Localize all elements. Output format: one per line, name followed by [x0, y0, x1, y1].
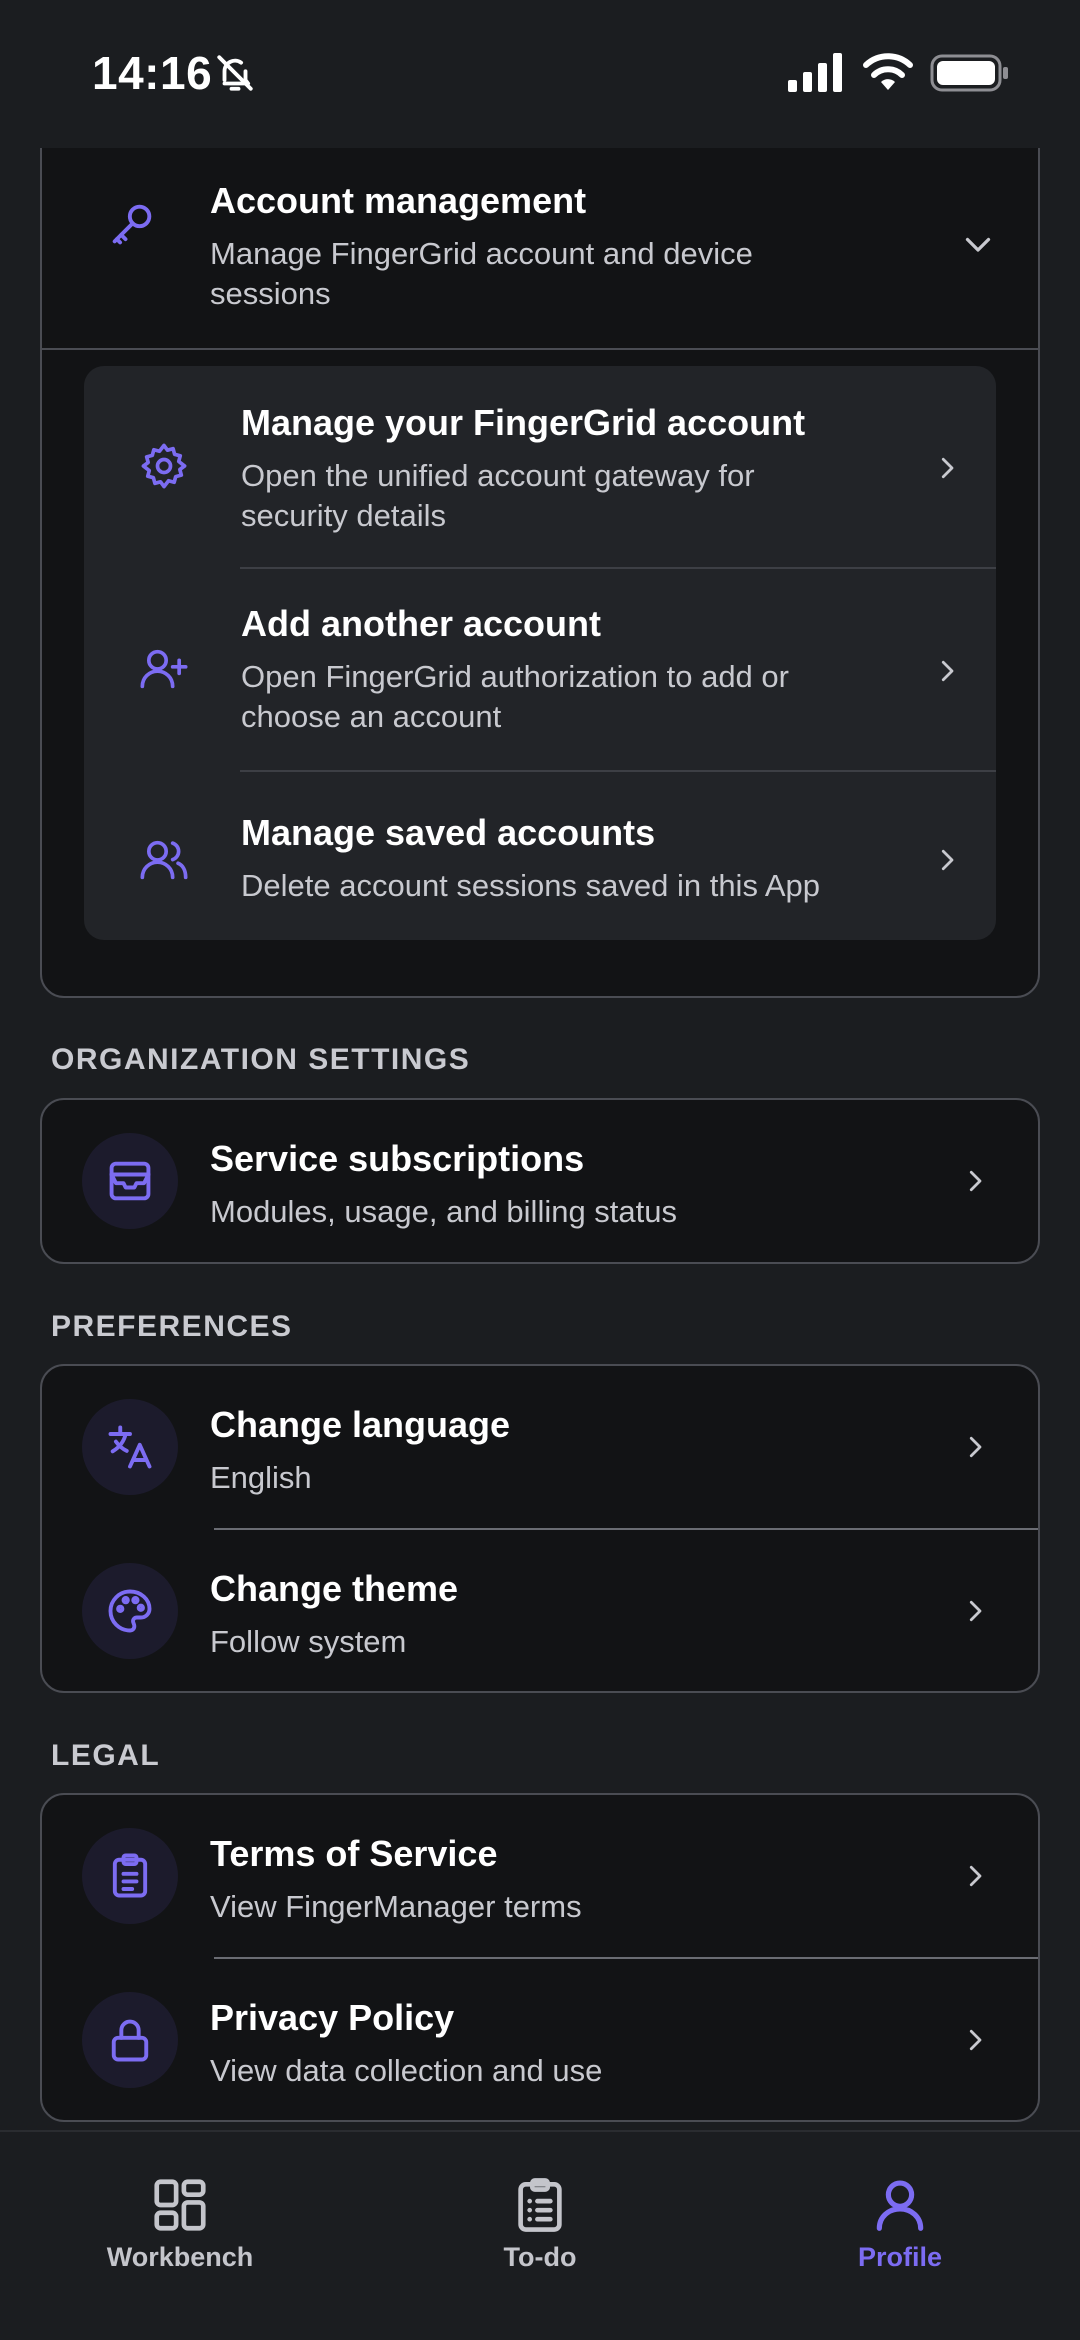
chevron-down-icon [965, 237, 991, 252]
nav-profile-label: Profile [857, 2242, 943, 2272]
service-subscriptions-item[interactable]: Service subscriptions Modules, usage, an… [42, 1100, 1038, 1262]
translate-icon-wrap [82, 1399, 178, 1495]
account-management-header[interactable]: Account management Manage FingerGrid acc… [42, 130, 1038, 348]
profile-screen: 14:16 Account management Manage FingerGr… [0, 0, 1080, 2340]
user-plus-icon [140, 649, 188, 689]
nav-todo-label: To-do [503, 2242, 577, 2272]
manage-account-item[interactable]: Manage your FingerGrid account Open the … [84, 366, 996, 568]
clipboard-icon-wrap [82, 1828, 178, 1924]
chevron-right-icon [969, 1600, 982, 1622]
organization-card: Service subscriptions Modules, usage, an… [40, 1098, 1040, 1264]
terms-of-service-item[interactable]: Terms of Service View FingerManager term… [42, 1795, 1038, 1957]
gear-icon [141, 443, 187, 489]
add-account-subtitle-1: Open FingerGrid authorization to add or [241, 659, 789, 694]
privacy-policy-item[interactable]: Privacy Policy View data collection and … [42, 1959, 1038, 2120]
gear-icon-wrap [116, 418, 212, 514]
account-management-card: Account management Manage FingerGrid acc… [40, 128, 1040, 998]
wifi-icon [863, 53, 913, 90]
privacy-title: Privacy Policy [210, 1997, 455, 2038]
chevron-right-icon [969, 2029, 982, 2051]
status-time: 14:16 [92, 47, 213, 99]
saved-accounts-subtitle: Delete account sessions saved in this Ap… [241, 868, 821, 903]
terms-subtitle: View FingerManager terms [210, 1889, 582, 1924]
chevron-right-icon [941, 849, 954, 871]
account-management-title: Account management [210, 180, 587, 221]
nav-workbench-label: Workbench [106, 2242, 254, 2272]
palette-icon-wrap [82, 1563, 178, 1659]
change-theme-title: Change theme [210, 1568, 459, 1609]
terms-title: Terms of Service [210, 1833, 498, 1874]
translate-icon [108, 1425, 152, 1469]
manage-account-subtitle-1: Open the unified account gateway for [241, 458, 755, 493]
chevron-right-icon [969, 1170, 982, 1192]
users-icon-wrap [116, 812, 212, 908]
change-theme-item[interactable]: Change theme Follow system [42, 1530, 1038, 1691]
chevron-right-icon [969, 1436, 982, 1458]
account-management-subtitle-1: Manage FingerGrid account and device [210, 236, 753, 271]
account-management-subtitle-2: sessions [210, 276, 331, 311]
preferences-header: PREFERENCES [51, 1310, 293, 1343]
chevron-right-icon [941, 457, 954, 479]
privacy-subtitle: View data collection and use [210, 2053, 603, 2088]
key-icon [112, 204, 152, 245]
add-account-item[interactable]: Add another account Open FingerGrid auth… [84, 569, 996, 771]
add-account-subtitle-2: choose an account [241, 699, 502, 734]
status-bar: 14:16 [0, 0, 1080, 148]
change-language-value: English [210, 1460, 312, 1495]
user-plus-icon-wrap [116, 621, 212, 717]
cellular-signal-icon [788, 53, 842, 92]
manage-account-title: Manage your FingerGrid account [241, 402, 806, 443]
preferences-card: Change language English Change theme Fol… [40, 1364, 1040, 1693]
nav-profile[interactable]: Profile [800, 2174, 1000, 2273]
nav-workbench[interactable]: Workbench [80, 2174, 280, 2273]
change-language-item[interactable]: Change language English [42, 1366, 1038, 1528]
divider [42, 348, 1038, 350]
lock-icon-wrap [82, 1992, 178, 2088]
chevron-right-icon [941, 660, 954, 682]
change-language-title: Change language [210, 1404, 511, 1445]
clipboard-icon [112, 1853, 148, 1898]
manage-account-subtitle-2: security details [241, 498, 447, 533]
battery-icon [930, 54, 1008, 92]
service-subscriptions-title: Service subscriptions [210, 1138, 585, 1179]
users-icon [140, 840, 188, 880]
add-account-title: Add another account [241, 603, 602, 644]
bell-muted-icon [217, 55, 253, 91]
service-subscriptions-subtitle: Modules, usage, and billing status [210, 1194, 678, 1229]
organization-settings-header: ORGANIZATION SETTINGS [51, 1043, 471, 1076]
chevron-right-icon [969, 1865, 982, 1887]
person-icon [876, 2180, 924, 2231]
change-theme-value: Follow system [210, 1624, 407, 1659]
checklist-icon [518, 2178, 562, 2232]
account-submenu-panel: Manage your FingerGrid account Open the … [84, 366, 996, 940]
inbox-icon-wrap [82, 1133, 178, 1229]
grid-icon [154, 2179, 206, 2231]
key-icon-wrap [84, 176, 180, 272]
nav-todo[interactable]: To-do [440, 2174, 640, 2273]
palette-icon [108, 1589, 152, 1633]
saved-accounts-title: Manage saved accounts [241, 812, 656, 853]
lock-icon [111, 2019, 149, 2062]
inbox-icon [109, 1161, 151, 1201]
legal-header: LEGAL [51, 1739, 161, 1772]
legal-card: Terms of Service View FingerManager term… [40, 1793, 1040, 2122]
saved-accounts-item[interactable]: Manage saved accounts Delete account ses… [84, 772, 996, 940]
bottom-nav: Workbench To-do Profile [0, 2130, 1080, 2340]
